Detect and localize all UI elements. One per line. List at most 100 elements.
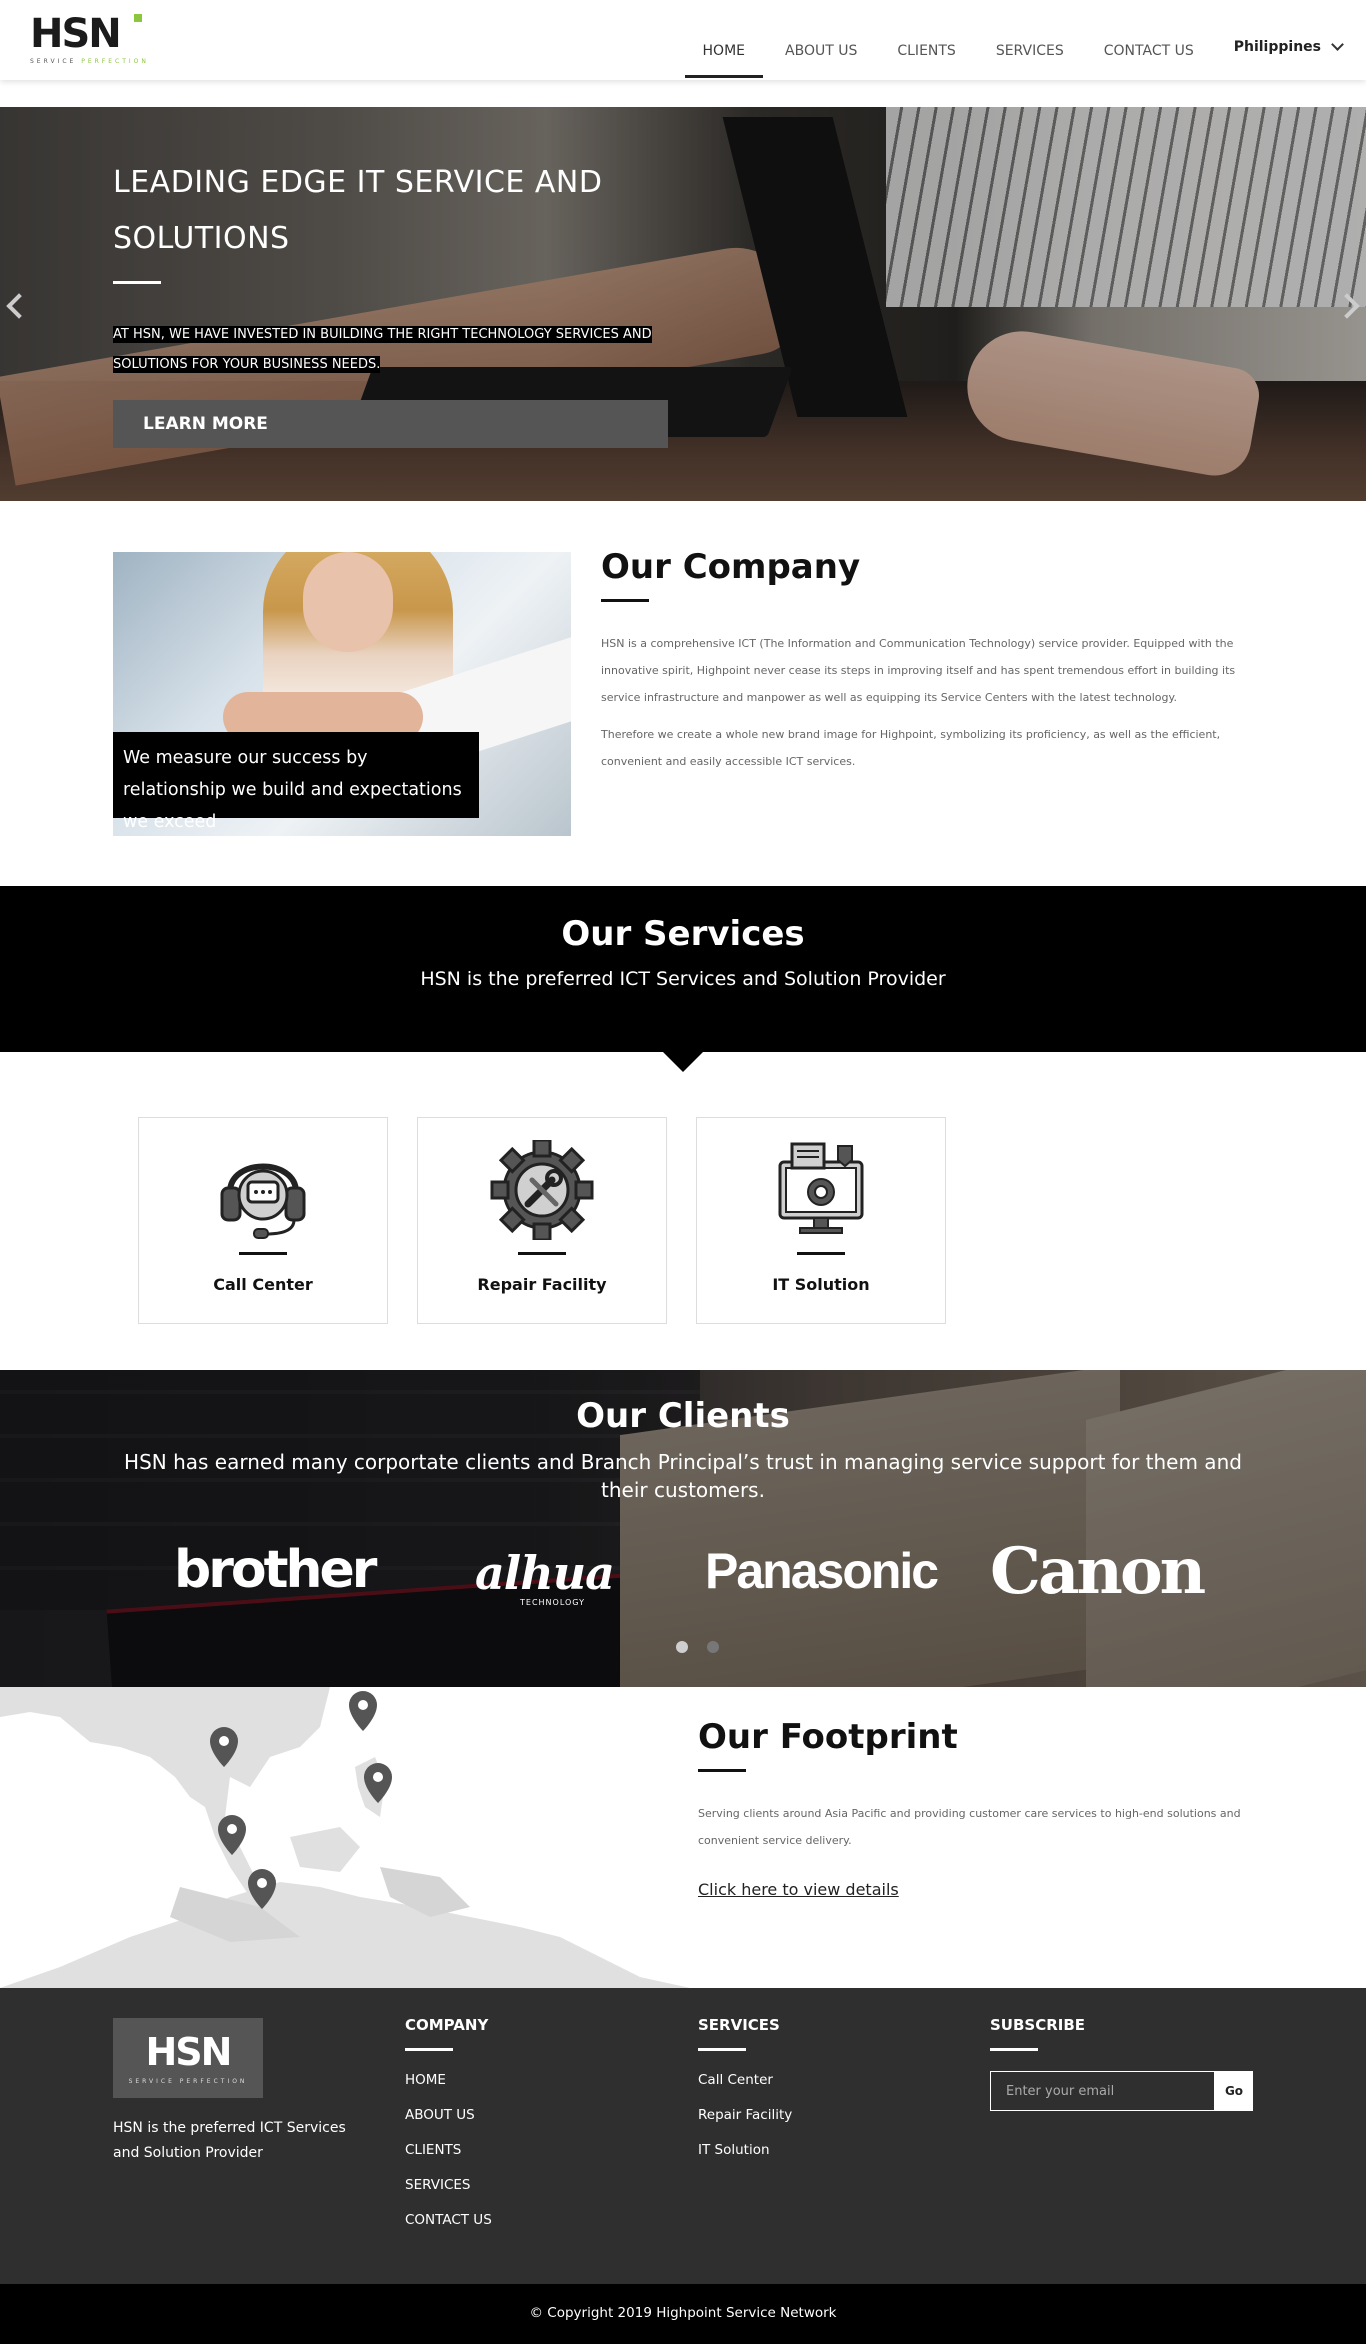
asia-pacific-map: [0, 1687, 690, 1988]
clients-content: Our Clients HSN has earned many corporta…: [0, 1370, 1366, 1687]
footer-company-heading: COMPANY: [405, 2016, 489, 2034]
service-label: Repair Facility: [477, 1275, 607, 1294]
hero-content: LEADING EDGE IT SERVICE AND SOLUTIONS AT…: [113, 155, 673, 448]
site-footer: HSN SERVICE PERFECTION HSN is the prefer…: [0, 1988, 1366, 2284]
company-title: Our Company: [601, 547, 861, 587]
email-field[interactable]: [990, 2071, 1215, 2111]
country-selector[interactable]: Philippines: [1214, 22, 1354, 72]
subscribe-go-button[interactable]: Go: [1215, 2071, 1253, 2111]
carousel-dot-2[interactable]: [707, 1641, 720, 1653]
company-divider: [601, 599, 649, 602]
footer-company-column: COMPANY HOME ABOUT US CLIENTS SERVICES C…: [405, 2016, 492, 2238]
our-company-section: We measure our success by relationship w…: [0, 501, 1366, 886]
services-title: Our Services: [561, 914, 805, 954]
footer-link-services[interactable]: SERVICES: [405, 2168, 492, 2203]
logo-dahua: alhua: [475, 1546, 615, 1600]
footprint-paragraph: Serving clients around Asia Pacific and …: [698, 1807, 1241, 1847]
nav-contact-us[interactable]: CONTACT US: [1084, 22, 1214, 80]
hero-description: AT HSN, WE HAVE INVESTED IN BUILDING THE…: [113, 320, 673, 380]
service-label: Call Center: [213, 1275, 313, 1294]
services-cards: Call Center Repair Facility IT Solution: [0, 1052, 1366, 1370]
logo-text: HSN: [30, 11, 122, 57]
footprint-text: Our Footprint Serving clients around Asi…: [698, 1717, 1258, 1899]
hero-desc-line1: AT HSN, WE HAVE INVESTED IN BUILDING THE…: [113, 326, 652, 343]
logo-panasonic: Panasonic: [705, 1543, 939, 1599]
service-divider: [518, 1252, 566, 1255]
country-label: Philippines: [1233, 39, 1321, 55]
logo-tagline-b: PERFECTION: [81, 58, 149, 65]
copyright-bar: © Copyright 2019 Highpoint Service Netwo…: [0, 2284, 1366, 2344]
view-details-link[interactable]: Click here to view details: [698, 1880, 899, 1899]
footer-logo[interactable]: HSN SERVICE PERFECTION: [113, 2018, 263, 2098]
company-text: Our Company HSN is a comprehensive ICT (…: [601, 547, 1251, 785]
logo-canon: Canon: [990, 1534, 1206, 1609]
map-pin-icon: [248, 1869, 276, 1909]
logo-accent-mark: [134, 14, 142, 22]
nav-about-us[interactable]: ABOUT US: [765, 22, 877, 80]
logo-brother: brother: [174, 1540, 377, 1600]
hero-slider: LEADING EDGE IT SERVICE AND SOLUTIONS AT…: [0, 107, 1366, 501]
footer-link-call-center[interactable]: Call Center: [698, 2063, 792, 2098]
logo-tagline-a: SERVICE: [30, 58, 82, 65]
footer-link-clients[interactable]: CLIENTS: [405, 2133, 492, 2168]
service-divider: [239, 1252, 287, 1255]
main-nav: HOME ABOUT US CLIENTS SERVICES CONTACT U…: [683, 0, 1354, 80]
footer-link-repair-facility[interactable]: Repair Facility: [698, 2098, 792, 2133]
footer-link-home[interactable]: HOME: [405, 2063, 492, 2098]
services-subtitle: HSN is the preferred ICT Services and So…: [420, 968, 946, 990]
map-pin-icon: [349, 1691, 377, 1731]
company-caption: We measure our success by relationship w…: [113, 732, 479, 832]
map-pin-icon: [210, 1727, 238, 1767]
service-card-it-solution[interactable]: IT Solution: [696, 1117, 946, 1324]
footer-services-column: SERVICES Call Center Repair Facility IT …: [698, 2016, 792, 2168]
footer-logo-text: HSN: [145, 2030, 233, 2074]
footer-link-it-solution[interactable]: IT Solution: [698, 2133, 792, 2168]
services-header-band: Our Services HSN is the preferred ICT Se…: [0, 886, 1366, 1072]
footer-services-heading: SERVICES: [698, 2016, 780, 2034]
gear-wrench-icon: [418, 1138, 666, 1242]
nav-services[interactable]: SERVICES: [976, 22, 1084, 80]
company-handshake-image: We measure our success by relationship w…: [113, 552, 571, 836]
subscribe-form: Go: [990, 2071, 1253, 2111]
service-divider: [797, 1252, 845, 1255]
learn-more-button[interactable]: LEARN MORE: [113, 400, 668, 448]
our-footprint-section: Our Footprint Serving clients around Asi…: [0, 1687, 1366, 1988]
hero-title-line2: SOLUTIONS: [113, 221, 290, 256]
service-label: IT Solution: [772, 1275, 870, 1294]
chevron-down-icon: [1331, 38, 1344, 51]
computer-gear-icon: [697, 1140, 945, 1240]
company-image-face: [303, 552, 393, 652]
our-clients-section: Our Clients HSN has earned many corporta…: [0, 1370, 1366, 1687]
company-paragraph-1: HSN is a comprehensive ICT (The Informat…: [601, 637, 1236, 704]
map-pin-icon: [364, 1763, 392, 1803]
hero-desc-line2: SOLUTIONS FOR YOUR BUSINESS NEEDS.: [113, 356, 381, 373]
headset-icon: [139, 1140, 387, 1240]
footer-logo-tagline-b: PERFECTION: [179, 2078, 248, 2085]
map-pin-icon: [218, 1815, 246, 1855]
nav-clients[interactable]: CLIENTS: [877, 22, 975, 80]
hero-title: LEADING EDGE IT SERVICE AND SOLUTIONS: [113, 155, 673, 267]
clients-subtitle: HSN has earned many corportate clients a…: [124, 1450, 1242, 1502]
footer-about: HSN is the preferred ICT Services and So…: [113, 2120, 346, 2161]
our-services-section: Our Services HSN is the preferred ICT Se…: [0, 886, 1366, 1370]
carousel-dots: [676, 1638, 733, 1657]
footer-divider: [698, 2048, 746, 2051]
footer-link-contact-us[interactable]: CONTACT US: [405, 2203, 492, 2238]
hero-title-line1: LEADING EDGE IT SERVICE AND: [113, 165, 603, 200]
clients-title: Our Clients: [576, 1396, 790, 1436]
footer-divider: [990, 2048, 1038, 2051]
footprint-divider: [698, 1769, 746, 1772]
site-header: HSN SERVICE PERFECTION HOME ABOUT US CLI…: [0, 0, 1366, 80]
carousel-dot-1[interactable]: [676, 1641, 688, 1653]
footer-logo-tagline-a: SERVICE: [128, 2078, 180, 2085]
service-card-repair-facility[interactable]: Repair Facility: [417, 1117, 667, 1324]
hsn-logo[interactable]: HSN SERVICE PERFECTION: [30, 12, 148, 68]
footer-logo-tagline: SERVICE PERFECTION: [113, 2078, 263, 2085]
footer-subscribe-heading: SUBSCRIBE: [990, 2016, 1086, 2034]
client-logos: brother alhua TECHNOLOGY Panasonic Canon: [160, 1534, 1240, 1610]
logo-dahua-subtitle: TECHNOLOGY: [520, 1598, 585, 1607]
service-card-call-center[interactable]: Call Center: [138, 1117, 388, 1324]
nav-home[interactable]: HOME: [683, 22, 765, 80]
footer-link-about-us[interactable]: ABOUT US: [405, 2098, 492, 2133]
footer-subscribe-column: SUBSCRIBE Go: [990, 2016, 1253, 2111]
